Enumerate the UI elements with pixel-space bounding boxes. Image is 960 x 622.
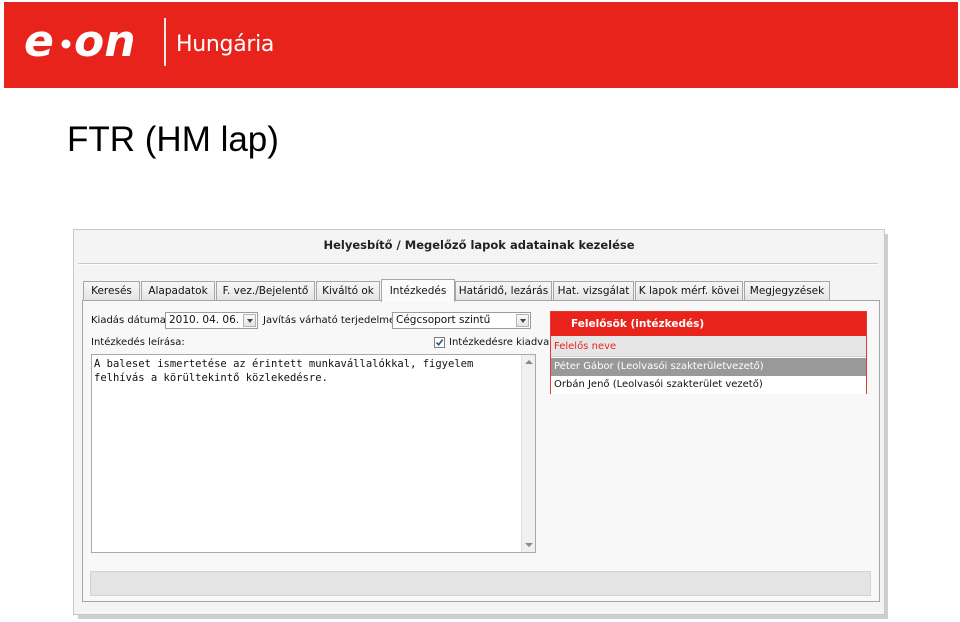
action-description-textarea[interactable]: A baleset ismertetése az érintett munkav… (91, 354, 536, 553)
action-description-text: A baleset ismertetése az érintett munkav… (94, 357, 473, 385)
text-line: A baleset ismertetése az érintett munkav… (94, 358, 474, 370)
issue-date-picker[interactable]: 2010. 04. 06. (165, 312, 258, 329)
action-desc-label: Intézkedés leírása: (91, 337, 185, 348)
responsibles-grid: Felelősök (intézkedés) Felelős neve Péte… (550, 311, 867, 394)
tab-notes[interactable]: Megjegyzések (744, 281, 830, 301)
issued-checkbox[interactable] (434, 337, 445, 348)
eon-logo: e on (24, 16, 136, 67)
fix-scope-label: Javítás várható terjedelme: (263, 315, 399, 326)
title-divider (78, 263, 878, 265)
app-window: Helyesbítő / Megelőző lapok adatainak ke… (73, 229, 885, 615)
table-row[interactable]: Orbán Jenő (Leolvasói szakterület vezető… (551, 376, 866, 394)
scroll-down-icon[interactable] (525, 543, 533, 547)
fix-scope-value: Cégcsoport szintű (396, 314, 491, 326)
chevron-down-icon[interactable] (516, 314, 529, 327)
issued-checkbox-label: Intézkedésre kiadva (449, 337, 550, 348)
brand-banner: e on Hungária (4, 2, 958, 88)
status-bar (90, 571, 871, 596)
text-line: felhívás a körültekintő közlekedésre. (94, 372, 328, 384)
logo-divider (164, 18, 166, 66)
svg-text:e: e (24, 16, 54, 67)
tab-deadline[interactable]: Határidő, lezárás (455, 281, 552, 301)
tab-reporter[interactable]: F. vez./Bejelentő (216, 281, 315, 301)
vertical-scrollbar[interactable] (521, 355, 535, 552)
window-title: Helyesbítő / Megelőző lapok adatainak ke… (323, 238, 635, 252)
tab-action[interactable]: Intézkedés (381, 279, 455, 302)
svg-text:on: on (74, 16, 136, 67)
region-label: Hungária (176, 32, 275, 57)
scroll-up-icon[interactable] (525, 360, 533, 364)
tab-root-cause[interactable]: Kiváltó ok (316, 281, 380, 301)
tab-search[interactable]: Keresés (83, 281, 140, 301)
tab-milestones[interactable]: K lapok mérf. kövei (635, 281, 743, 301)
responsibles-grid-title: Felelősök (intézkedés) (551, 312, 866, 336)
fix-scope-select[interactable]: Cégcsoport szintű (392, 312, 531, 329)
issue-date-label: Kiadás dátuma: (91, 315, 170, 326)
issue-date-value: 2010. 04. 06. (169, 314, 240, 326)
tab-basic-data[interactable]: Alapadatok (141, 281, 215, 301)
column-header-responsible-name[interactable]: Felelős neve (551, 336, 866, 357)
chevron-down-icon[interactable] (243, 314, 256, 327)
tab-effect-check[interactable]: Hat. vizsgálat (553, 281, 634, 301)
table-row[interactable]: Péter Gábor (Leolvasói szakterületvezető… (551, 358, 866, 376)
slide-title: FTR (HM lap) (67, 120, 279, 159)
checkmark-icon (435, 339, 444, 347)
